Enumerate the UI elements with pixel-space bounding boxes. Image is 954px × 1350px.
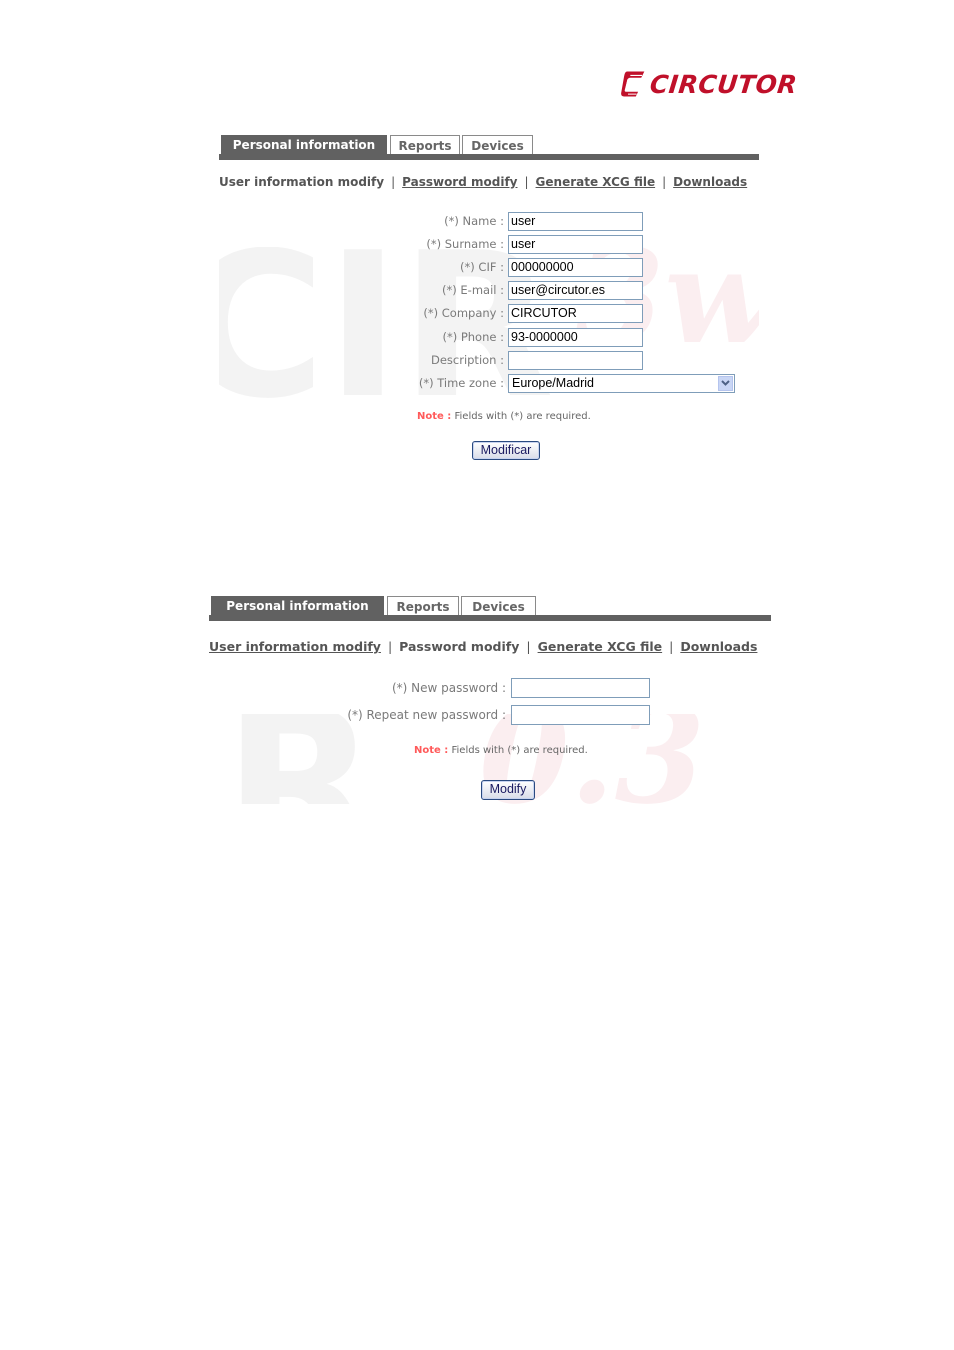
modify-button[interactable]: Modify	[481, 780, 535, 800]
cif-input[interactable]	[508, 257, 643, 277]
subnav-user-information-modify[interactable]: User information modify	[209, 639, 381, 654]
description-label: Description :	[430, 353, 504, 367]
note-label: Note :	[414, 745, 449, 756]
circutor-logo-icon	[621, 71, 645, 97]
cif-label: (*) CIF :	[460, 260, 504, 274]
user-info-panel: CIR 3w Personal information Reports Devi…	[219, 135, 759, 465]
email-input[interactable]	[508, 280, 643, 300]
subnav-separator: |	[526, 639, 531, 654]
subnav-password-modify[interactable]: Password modify	[399, 639, 519, 654]
form-row-name: (*) Name :	[219, 211, 643, 231]
sub-navigation: User information modify | Password modify |…	[209, 639, 771, 654]
form-row-email: (*) E-mail :	[219, 280, 643, 300]
new-password-input[interactable]	[511, 678, 650, 698]
note-label: Note :	[417, 411, 452, 422]
company-input[interactable]	[508, 303, 643, 323]
form-row-description: Description :	[219, 350, 643, 370]
subnav-user-information-modify[interactable]: User information modify	[219, 175, 384, 189]
subnav-separator: |	[524, 175, 529, 189]
form-row-surname: (*) Surname :	[219, 234, 643, 254]
repeat-password-label: (*) Repeat new password :	[347, 708, 506, 722]
surname-label: (*) Surname :	[426, 237, 504, 251]
tab-reports[interactable]: Reports	[387, 596, 459, 615]
chevron-down-icon[interactable]	[718, 375, 733, 391]
subnav-generate-xcg-file[interactable]: Generate XCG file	[536, 175, 656, 189]
subnav-separator: |	[391, 175, 396, 189]
subnav-password-modify[interactable]: Password modify	[402, 175, 517, 189]
form-row-new-password: (*) New password :	[209, 678, 650, 698]
password-panel: IR 0.3 Personal information Reports Devi…	[209, 596, 771, 806]
modificar-button[interactable]: Modificar	[472, 441, 540, 460]
tab-personal-information[interactable]: Personal information	[211, 596, 384, 621]
logo-text: CIRCUTOR	[648, 69, 799, 99]
subnav-downloads[interactable]: Downloads	[680, 639, 757, 654]
form-row-company: (*) Company :	[219, 303, 643, 323]
name-input[interactable]	[508, 211, 643, 231]
note-text: Fields with (*) are required.	[451, 745, 588, 756]
tab-bar: Personal information Reports Devices	[219, 135, 759, 161]
timezone-label: (*) Time zone :	[418, 376, 504, 390]
tab-devices[interactable]: Devices	[462, 135, 533, 154]
required-note: Note : Fields with (*) are required.	[414, 745, 588, 756]
form-row-cif: (*) CIF :	[219, 257, 643, 277]
subnav-generate-xcg-file[interactable]: Generate XCG file	[538, 639, 663, 654]
timezone-select[interactable]: Europe/Madrid	[508, 373, 735, 393]
sub-navigation: User information modify | Password modify |…	[219, 175, 759, 189]
tab-personal-information[interactable]: Personal information	[221, 135, 387, 160]
subnav-downloads[interactable]: Downloads	[673, 175, 747, 189]
email-label: (*) E-mail :	[442, 283, 504, 297]
new-password-label: (*) New password :	[392, 681, 506, 695]
subnav-separator: |	[669, 639, 674, 654]
tab-devices[interactable]: Devices	[461, 596, 536, 615]
circutor-logo: CIRCUTOR	[621, 65, 799, 103]
form-row-phone: (*) Phone :	[219, 327, 643, 347]
required-note: Note : Fields with (*) are required.	[417, 411, 591, 422]
name-label: (*) Name :	[444, 214, 504, 228]
company-label: (*) Company :	[423, 306, 504, 320]
form-row-timezone: (*) Time zone : Europe/Madrid	[219, 373, 735, 393]
tab-bar: Personal information Reports Devices	[209, 596, 771, 622]
description-input[interactable]	[508, 350, 643, 370]
repeat-password-input[interactable]	[511, 705, 650, 725]
watermark-grey-text: IR	[209, 714, 377, 804]
phone-label: (*) Phone :	[442, 330, 504, 344]
note-text: Fields with (*) are required.	[454, 411, 591, 422]
form-row-repeat-password: (*) Repeat new password :	[209, 705, 650, 725]
surname-input[interactable]	[508, 234, 643, 254]
timezone-value: Europe/Madrid	[512, 375, 594, 390]
subnav-separator: |	[662, 175, 667, 189]
phone-input[interactable]	[508, 327, 643, 347]
subnav-separator: |	[387, 639, 393, 654]
tab-reports[interactable]: Reports	[390, 135, 460, 154]
